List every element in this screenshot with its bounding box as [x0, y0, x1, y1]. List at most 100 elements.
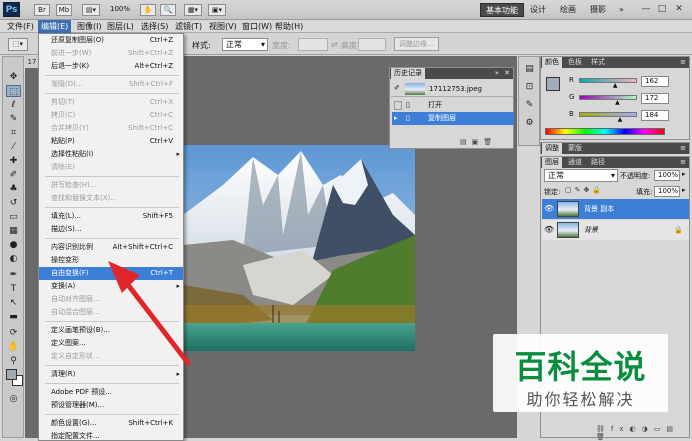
marquee-preset-icon[interactable]: ⬚▾ — [8, 38, 28, 51]
edit-menu-item[interactable]: 内容识别比例 Alt+Shift+Ctrl+C — [39, 241, 183, 254]
collapse-icon[interactable]: » — [495, 68, 499, 79]
history-dock-icon[interactable]: ▤ — [522, 63, 537, 75]
blend-mode-select[interactable]: 正常 ▾ — [544, 169, 618, 182]
menu-view[interactable]: 视图(V) — [206, 20, 240, 33]
type-tool-icon[interactable]: T — [6, 283, 21, 295]
tab-paths[interactable]: 路径 — [588, 157, 608, 168]
brush-source-box[interactable] — [394, 101, 402, 110]
extras-dropdown[interactable]: ▤▾ — [82, 4, 100, 16]
history-brush-icon[interactable]: ↺ — [6, 197, 21, 209]
hand-tool-icon[interactable]: ✋ — [6, 341, 21, 353]
style-select[interactable]: 正常 ▾ — [222, 38, 268, 51]
workspace-essentials[interactable]: 基本功能 — [480, 3, 524, 17]
history-item-open[interactable]: ▯ 打开 — [392, 99, 514, 112]
minibridge-button[interactable]: Mb — [56, 4, 72, 16]
clone-stamp-icon[interactable]: ♣ — [6, 183, 21, 195]
lock-options-icons[interactable]: ▢✎✥🔒 — [565, 186, 604, 194]
minimize-icon[interactable]: — — [640, 3, 652, 15]
fill-arrow-icon[interactable]: ▸ — [682, 186, 686, 194]
dodge-tool-icon[interactable]: ◐ — [6, 253, 21, 265]
gradient-tool-icon[interactable]: ▦ — [6, 225, 21, 237]
history-item-duplicate-layer[interactable]: ▸ ▯ 复制图层 — [392, 112, 514, 125]
brush-source-icon[interactable]: ✐ — [394, 84, 400, 92]
path-select-icon[interactable]: ↖ — [6, 297, 21, 309]
hand-tool-button[interactable]: ✋ — [140, 4, 156, 16]
close-panel-icon[interactable]: ✕ — [504, 68, 510, 79]
menu-filter[interactable]: 滤镜(T) — [172, 20, 205, 33]
layer-row-background-copy[interactable]: 👁 背景 副本 — [542, 199, 689, 219]
edit-menu-item[interactable]: 选择性粘贴(I) ▸ — [39, 148, 183, 161]
foreground-swatch[interactable] — [546, 77, 560, 91]
fill-input[interactable]: 100% — [654, 186, 680, 197]
shape-tool-icon[interactable]: ▬ — [6, 311, 21, 323]
color-spectrum-bar[interactable] — [545, 128, 665, 135]
tab-masks[interactable]: 蒙版 — [565, 143, 585, 154]
3d-rotate-icon[interactable]: ⟳ — [6, 327, 21, 339]
width-input[interactable] — [298, 38, 328, 51]
workspace-more-icon[interactable]: » — [614, 3, 629, 17]
zoom-tool-icon[interactable]: ⚲ — [6, 355, 21, 367]
opacity-input[interactable]: 100% — [654, 170, 680, 181]
close-icon[interactable]: ✕ — [673, 3, 685, 15]
actions-dock-icon[interactable]: ✎ — [522, 99, 537, 111]
tab-swatches[interactable]: 色板 — [565, 57, 585, 68]
tab-styles[interactable]: 样式 — [588, 57, 608, 68]
panel-menu-icon[interactable]: ≡ — [680, 143, 686, 154]
panel-menu-icon[interactable]: ≡ — [680, 157, 686, 168]
marquee-tool-icon[interactable]: ⬚ — [6, 85, 21, 97]
eraser-tool-icon[interactable]: ▭ — [6, 211, 21, 223]
pen-tool-icon[interactable]: ✒ — [6, 269, 21, 281]
layer-row-background[interactable]: 👁 背景 🔒 — [542, 220, 689, 240]
tools-dock-icon[interactable]: ⚙ — [522, 117, 537, 129]
arrange-button[interactable]: ▦▾ — [184, 4, 202, 16]
edit-menu-item[interactable]: 还原复制图层(O) Ctrl+Z — [39, 34, 183, 47]
channel-slider[interactable] — [579, 112, 637, 117]
slider-thumb-icon[interactable]: ▲ — [613, 82, 618, 89]
tab-adjustments[interactable]: 调整 — [542, 143, 562, 154]
menu-layer[interactable]: 图层(L) — [104, 20, 137, 33]
edit-menu-item[interactable]: 颜色设置(G)... Shift+Ctrl+K — [39, 417, 183, 430]
history-footer-icons[interactable]: ▤▣🗑 — [460, 138, 497, 146]
zoom-level[interactable]: 100% — [110, 5, 130, 13]
edit-menu-item[interactable]: 粘贴(P) Ctrl+V — [39, 135, 183, 148]
channel-slider[interactable] — [579, 78, 637, 83]
panel-menu-icon[interactable]: ≡ — [680, 57, 686, 68]
channel-value-input[interactable]: 162 — [641, 76, 669, 87]
brush-tool-icon[interactable]: ✐ — [6, 169, 21, 181]
slider-thumb-icon[interactable]: ▲ — [618, 116, 623, 123]
tab-channels[interactable]: 通道 — [565, 157, 585, 168]
layers-footer-icons[interactable]: ⛓fx◐◑▭▤🗑 — [596, 425, 689, 441]
edit-menu-item[interactable]: 描边(S)... — [39, 223, 183, 236]
height-input[interactable] — [358, 38, 386, 51]
document-tab[interactable]: 17 — [25, 56, 39, 68]
channel-slider[interactable] — [579, 95, 637, 100]
tab-history[interactable]: 历史记录 — [391, 68, 425, 79]
menu-file[interactable]: 文件(F) — [4, 20, 37, 33]
workspace-painting[interactable]: 绘画 — [555, 3, 581, 17]
zoom-tool-button[interactable]: 🔍 — [160, 4, 176, 16]
crop-tool-icon[interactable]: ⌗ — [6, 127, 21, 139]
menu-window[interactable]: 窗口(W) — [239, 20, 275, 33]
visibility-eye-icon[interactable]: 👁 — [544, 224, 554, 235]
channel-value-input[interactable]: 184 — [641, 110, 669, 121]
menu-edit[interactable]: 编辑(E) — [38, 20, 72, 33]
channel-value-input[interactable]: 172 — [641, 93, 669, 104]
tab-layers[interactable]: 图层 — [542, 157, 562, 168]
visibility-eye-icon[interactable]: 👁 — [544, 203, 554, 214]
tab-color[interactable]: 颜色 — [542, 57, 562, 68]
screen-mode-button[interactable]: ▣▾ — [208, 4, 226, 16]
history-snapshot[interactable]: ✐ 17112753.jpeg — [391, 81, 513, 97]
refine-edge-button[interactable]: 调整边缘... — [394, 37, 439, 51]
bridge-button[interactable]: Br — [34, 4, 50, 16]
swap-icon[interactable]: ⇄ — [331, 40, 338, 49]
menu-help[interactable]: 帮助(H) — [272, 20, 306, 33]
quick-mask-icon[interactable]: ◎ — [6, 393, 21, 405]
blur-tool-icon[interactable]: ● — [6, 239, 21, 251]
eyedropper-tool-icon[interactable]: ⁄ — [6, 141, 21, 153]
edit-menu-item[interactable]: 后退一步(K) Alt+Ctrl+Z — [39, 60, 183, 73]
workspace-photography[interactable]: 摄影 — [585, 3, 611, 17]
edit-menu-item[interactable]: 填充(L)... Shift+F5 — [39, 210, 183, 223]
move-tool-icon[interactable]: ✥ — [6, 71, 21, 83]
edit-menu-item[interactable]: Adobe PDF 预设... — [39, 386, 183, 399]
menu-select[interactable]: 选择(S) — [138, 20, 171, 33]
